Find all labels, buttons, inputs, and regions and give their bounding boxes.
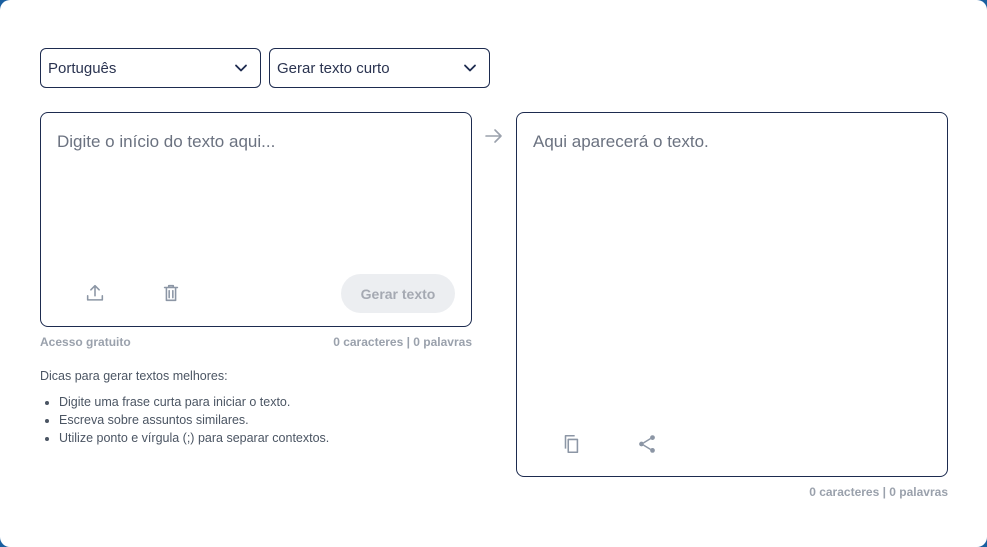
tip-item: Escreva sobre assuntos similares. — [59, 413, 329, 431]
language-select-value: Português — [48, 59, 117, 77]
access-label: Acesso gratuito — [40, 335, 131, 349]
output-panel: Aqui aparecerá o texto. — [516, 112, 948, 477]
input-counter: 0 caracteres | 0 palavras — [333, 335, 472, 349]
tips-list: Digite uma frase curta para iniciar o te… — [59, 395, 329, 449]
share-icon[interactable] — [634, 431, 660, 457]
mode-select[interactable]: Gerar texto curto — [269, 48, 490, 88]
mode-select-value: Gerar texto curto — [277, 59, 390, 77]
generate-button[interactable]: Gerar texto — [341, 274, 455, 313]
input-panel[interactable]: Digite o início do texto aqui... Gerar t… — [40, 112, 472, 327]
arrow-right-icon — [485, 129, 502, 143]
input-placeholder[interactable]: Digite o início do texto aqui... — [57, 132, 275, 152]
output-placeholder: Aqui aparecerá o texto. — [533, 132, 709, 151]
tip-item: Utilize ponto e vírgula (;) para separar… — [59, 431, 329, 449]
tips-title: Dicas para gerar textos melhores: — [40, 369, 228, 383]
upload-icon[interactable] — [82, 280, 108, 306]
text-generator-card: Português Gerar texto curto Digite o iní… — [0, 0, 987, 547]
copy-icon[interactable] — [558, 431, 584, 457]
chevron-down-icon — [464, 64, 476, 72]
output-counter: 0 caracteres | 0 palavras — [809, 485, 948, 499]
language-select[interactable]: Português — [40, 48, 261, 88]
trash-icon[interactable] — [158, 280, 184, 306]
chevron-down-icon — [235, 64, 247, 72]
tip-item: Digite uma frase curta para iniciar o te… — [59, 395, 329, 413]
